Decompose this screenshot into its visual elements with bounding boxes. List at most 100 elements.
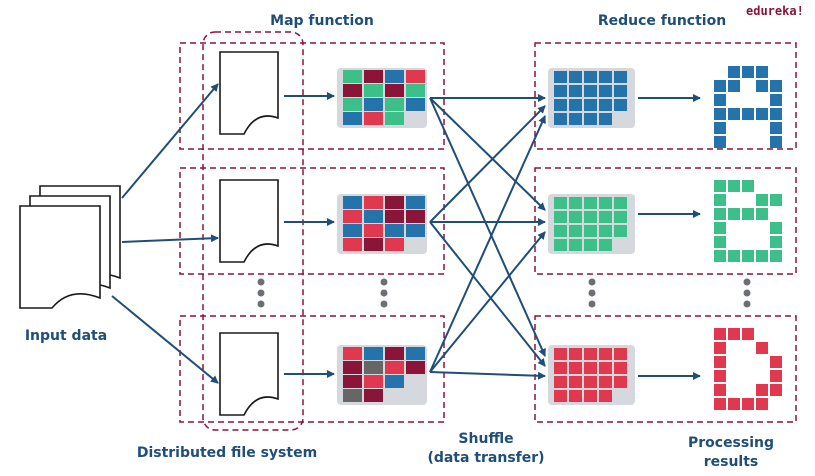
processing-label: Processing <box>688 435 774 451</box>
reduce-cell <box>554 113 567 125</box>
result-letter-cell <box>714 328 726 340</box>
input-data-docs <box>19 185 121 309</box>
result-letter-cell <box>728 180 740 192</box>
result-letter-cell <box>714 222 726 234</box>
reduce-cell <box>599 376 612 388</box>
result-letter-cell <box>770 370 782 382</box>
map-cell <box>364 98 383 111</box>
result-letter-cell <box>756 80 768 92</box>
result-letter-cell <box>756 342 768 354</box>
reduce-cell <box>569 376 582 388</box>
map-cell <box>406 210 425 223</box>
map-cell <box>406 347 425 360</box>
result-letter-cell <box>714 236 726 248</box>
dfs-doc-3 <box>219 332 279 416</box>
map-cell <box>364 196 383 209</box>
map-cell <box>343 98 362 111</box>
reduce-cell <box>554 362 567 374</box>
map-cell <box>343 389 362 402</box>
result-letter-cell <box>742 66 754 78</box>
result-letter-cell <box>756 194 768 206</box>
result-letter-cell <box>742 180 754 192</box>
reduce-cell <box>554 211 567 223</box>
map-grids <box>337 68 427 405</box>
result-letter-cell <box>728 250 740 262</box>
reduce-grids <box>548 68 635 405</box>
reduce-cell <box>614 99 627 111</box>
reduce-cell <box>584 239 597 251</box>
shuffle-arrow-3-3 <box>429 371 546 380</box>
map-cell <box>406 361 425 374</box>
result-letter-cell <box>770 236 782 248</box>
result-letter-cell <box>742 250 754 262</box>
mapreduce-diagram: Map function Reduce function edureka! In… <box>0 0 815 476</box>
result-letter-cell <box>770 384 782 396</box>
result-letter-cell <box>770 136 782 148</box>
reduce-cell <box>599 211 612 223</box>
reduce-cell <box>554 99 567 111</box>
reduce-cell <box>569 99 582 111</box>
dfs-doc-2 <box>219 179 279 263</box>
input-data-label: Input data <box>25 328 107 344</box>
shuffle-sub-label: (data transfer) <box>427 450 544 466</box>
map-cell <box>385 238 404 251</box>
result-letter-cell <box>714 94 726 106</box>
result-letter-cell <box>756 208 768 220</box>
reduce-cell <box>569 85 582 97</box>
reduce-cell <box>614 85 627 97</box>
map-cell <box>343 375 362 388</box>
reduce-cell <box>614 376 627 388</box>
map-cell <box>385 196 404 209</box>
result-letter-cell <box>756 398 768 410</box>
reduce-cell <box>584 362 597 374</box>
reduce-cell <box>584 390 597 402</box>
reduce-cell <box>599 239 612 251</box>
distributed-fs-label: Distributed file system <box>137 445 317 461</box>
shuffle-arrow-1-3 <box>429 97 546 357</box>
input-arrow-3 <box>111 295 219 384</box>
result-letter-cell <box>756 108 768 120</box>
reduce-cell <box>554 348 567 360</box>
map-cell <box>406 84 425 97</box>
reduce-cell <box>554 239 567 251</box>
result-letter-cell <box>728 328 740 340</box>
dots-reduce-1 <box>588 278 596 286</box>
shuffle-arrow-3-2 <box>429 231 546 373</box>
map-cell <box>406 70 425 83</box>
dots-map-1 <box>380 278 388 286</box>
result-letters <box>714 66 782 410</box>
reduce-cell <box>614 348 627 360</box>
result-letter-cell <box>728 108 740 120</box>
shuffle-arrows <box>429 94 546 380</box>
result-letter-cell <box>742 108 754 120</box>
reduce-cell <box>554 71 567 83</box>
map-cell <box>343 70 362 83</box>
result-letter-cell <box>714 342 726 354</box>
map-cell <box>385 224 404 237</box>
reduce-cell <box>584 376 597 388</box>
reduce-cell <box>614 362 627 374</box>
input-arrows <box>111 83 219 384</box>
map-cell <box>385 112 404 125</box>
map-cell <box>343 210 362 223</box>
result-letter-cell <box>714 108 726 120</box>
result-letter-cell <box>770 356 782 368</box>
result-letter-cell <box>714 194 726 206</box>
reduce-cell <box>599 71 612 83</box>
result-letter-cell <box>770 122 782 134</box>
reduce-cell <box>599 99 612 111</box>
map-cell <box>343 196 362 209</box>
map-cell <box>364 389 383 402</box>
reduce-cell <box>599 390 612 402</box>
map-cell <box>364 210 383 223</box>
result-letter-cell <box>756 66 768 78</box>
result-letter-cell <box>714 384 726 396</box>
map-cell <box>364 361 383 374</box>
dots-result-1 <box>743 278 751 286</box>
reduce-cell <box>569 239 582 251</box>
reduce-cell <box>614 211 627 223</box>
reduce-cell <box>569 71 582 83</box>
reduce-cell <box>584 348 597 360</box>
result-letter-cell <box>770 194 782 206</box>
reduce-cell <box>614 197 627 209</box>
